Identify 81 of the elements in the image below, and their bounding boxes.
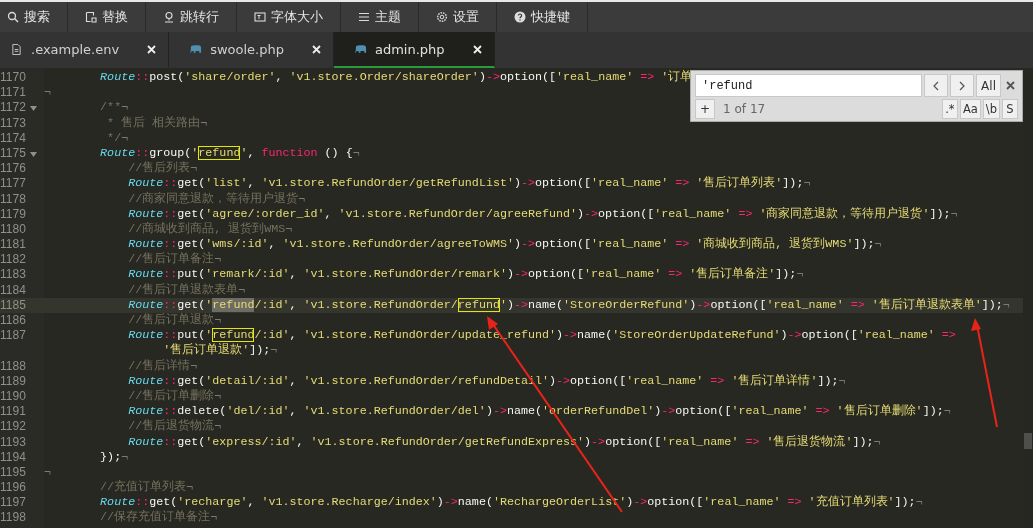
line-number: 1177 xyxy=(0,176,27,192)
code-line: //充值订单列表¬ xyxy=(99,480,194,496)
line-number: 1195 xyxy=(0,464,27,481)
line-number: 1196 xyxy=(0,480,27,496)
chevron-right-icon xyxy=(958,80,967,91)
elephant-icon xyxy=(353,43,367,55)
line-number: 1183 xyxy=(0,267,27,283)
help-icon xyxy=(514,11,526,23)
file-tab[interactable]: admin.php xyxy=(333,32,495,68)
file-icon xyxy=(10,43,23,55)
option-toggle[interactable]: \b xyxy=(982,99,1000,119)
line-number: 1170 xyxy=(0,70,27,86)
line-number: 1171 xyxy=(0,85,27,101)
code-line: //商城收到商品, 退货到WMS¬ xyxy=(127,221,293,238)
code-line: //保存充值订单备注¬ xyxy=(99,510,218,526)
chevron-left-icon xyxy=(932,80,941,91)
code-line: ¬ xyxy=(44,85,51,101)
line-number: 1191 xyxy=(0,404,27,420)
option-toggle[interactable]: .* xyxy=(941,99,958,119)
line-number: 1180 xyxy=(0,221,27,238)
line-number: 1178 xyxy=(0,191,27,207)
code-line: Route::get('list', 'v1.store.RefundOrder/getRefundList')->option(['real_name' => '售后订单列表']);¬ xyxy=(127,176,811,192)
line-number: 1173 xyxy=(0,115,27,131)
settings-icon xyxy=(436,11,448,23)
line-number: 1176 xyxy=(0,161,27,177)
find-all-button[interactable]: All xyxy=(976,74,1001,97)
option-toggle[interactable]: Aa xyxy=(959,99,981,119)
replace-icon xyxy=(85,11,97,23)
line-number: 1181 xyxy=(0,237,27,253)
code-line: */¬ xyxy=(106,130,129,146)
close-icon[interactable] xyxy=(147,44,157,54)
close-button[interactable] xyxy=(1003,81,1018,90)
code-line: //商家同意退款，等待用户退货¬ xyxy=(127,191,306,207)
code-line: //售后订单删除¬ xyxy=(127,388,222,405)
close-icon[interactable] xyxy=(311,44,321,54)
location-icon xyxy=(163,11,175,23)
close-icon[interactable] xyxy=(472,44,482,54)
line-number: 1172 xyxy=(0,100,27,116)
search-field[interactable]: 'refund xyxy=(695,74,923,97)
code-line: Route::get('refund/:id', 'v1.store.RefundOrder/refund')->name('StoreOrderRefund')->option(['real_name' => '售后订单退款表单']);¬ xyxy=(127,297,1010,313)
line-number: 1185 xyxy=(0,297,27,313)
line-number: 1192 xyxy=(0,419,27,435)
line-number: 1186 xyxy=(0,313,27,329)
add-button[interactable]: + xyxy=(695,99,716,119)
fold-icon[interactable] xyxy=(30,106,37,112)
line-number: 1198 xyxy=(0,510,27,526)
elephant-icon xyxy=(189,43,203,55)
line-number: 1190 xyxy=(0,388,27,405)
code-line: Route::get('agree/:order_id', 'v1.store.RefundOrder/agreeRefund')->option(['real_name' => '商家同意退款，等待用户退货']);¬ xyxy=(127,206,958,222)
code-line: ¬ xyxy=(44,464,51,481)
code-line: //售后退货物流¬ xyxy=(127,419,222,435)
line-number: 1174 xyxy=(0,130,27,146)
line-number: 1179 xyxy=(0,206,27,222)
code-line: //售后列表¬ xyxy=(127,161,198,177)
line-number: 1189 xyxy=(0,373,27,389)
line-number: 1187 xyxy=(0,328,27,344)
line-number: 1182 xyxy=(0,252,27,268)
code-line: Route::put('remark/:id', 'v1.store.RefundOrder/remark')->option(['real_name' => '售后订单备注']);¬ xyxy=(127,267,804,283)
match-count: 1 of 17 xyxy=(722,102,767,116)
line-number: 1188 xyxy=(0,358,27,374)
code-line: //售后订单退款¬ xyxy=(127,313,222,329)
search-icon xyxy=(7,11,19,23)
line-number: 1194 xyxy=(0,449,27,465)
code-line: '售后订单退款']);¬ xyxy=(162,343,278,359)
code-line: /**¬ xyxy=(99,100,129,116)
code-line: //售后详情¬ xyxy=(127,358,198,374)
code-line: });¬ xyxy=(99,449,129,465)
fold-icon[interactable] xyxy=(30,151,37,157)
code-line: Route::post('share/order', 'v1.store.Order/shareOrder')->option(['real_name' => '订单 xyxy=(99,70,693,86)
menu-icon xyxy=(358,11,370,23)
option-toggle[interactable]: S xyxy=(1002,99,1018,119)
line-number: 1184 xyxy=(0,282,27,298)
code-line: * 售后 相关路由¬ xyxy=(106,115,208,131)
code-line: Route::get('wms/:id', 'v1.store.RefundOrder/agreeToWMS')->option(['real_name' => '商城收到商品, 退货到WMS']);¬ xyxy=(127,237,882,252)
line-number: 1193 xyxy=(0,434,27,450)
font-size-icon xyxy=(254,11,266,23)
line-number: 1197 xyxy=(0,495,27,511)
code-line: //售后订单备注¬ xyxy=(127,252,222,268)
code-editor[interactable] xyxy=(0,68,1023,528)
line-number: 1175 xyxy=(0,145,27,162)
code-line: //售后订单退款表单¬ xyxy=(127,282,246,298)
